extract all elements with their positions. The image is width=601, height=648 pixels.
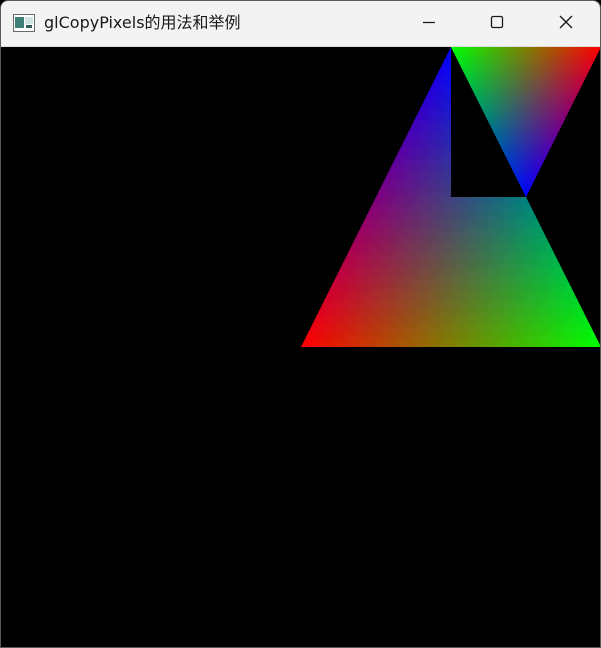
opengl-canvas[interactable]: [1, 47, 600, 647]
close-icon: [558, 14, 574, 34]
maximize-button[interactable]: [463, 1, 531, 46]
maximize-icon: [489, 14, 505, 34]
app-icon: [13, 14, 35, 32]
scene-svg: [301, 47, 600, 347]
close-button[interactable]: [532, 1, 600, 46]
minimize-button[interactable]: [395, 1, 463, 46]
app-window: glCopyPixels的用法和举例: [0, 0, 601, 648]
title-bar[interactable]: glCopyPixels的用法和举例: [1, 1, 600, 47]
window-title: glCopyPixels的用法和举例: [44, 13, 241, 32]
minimize-icon: [421, 14, 437, 34]
